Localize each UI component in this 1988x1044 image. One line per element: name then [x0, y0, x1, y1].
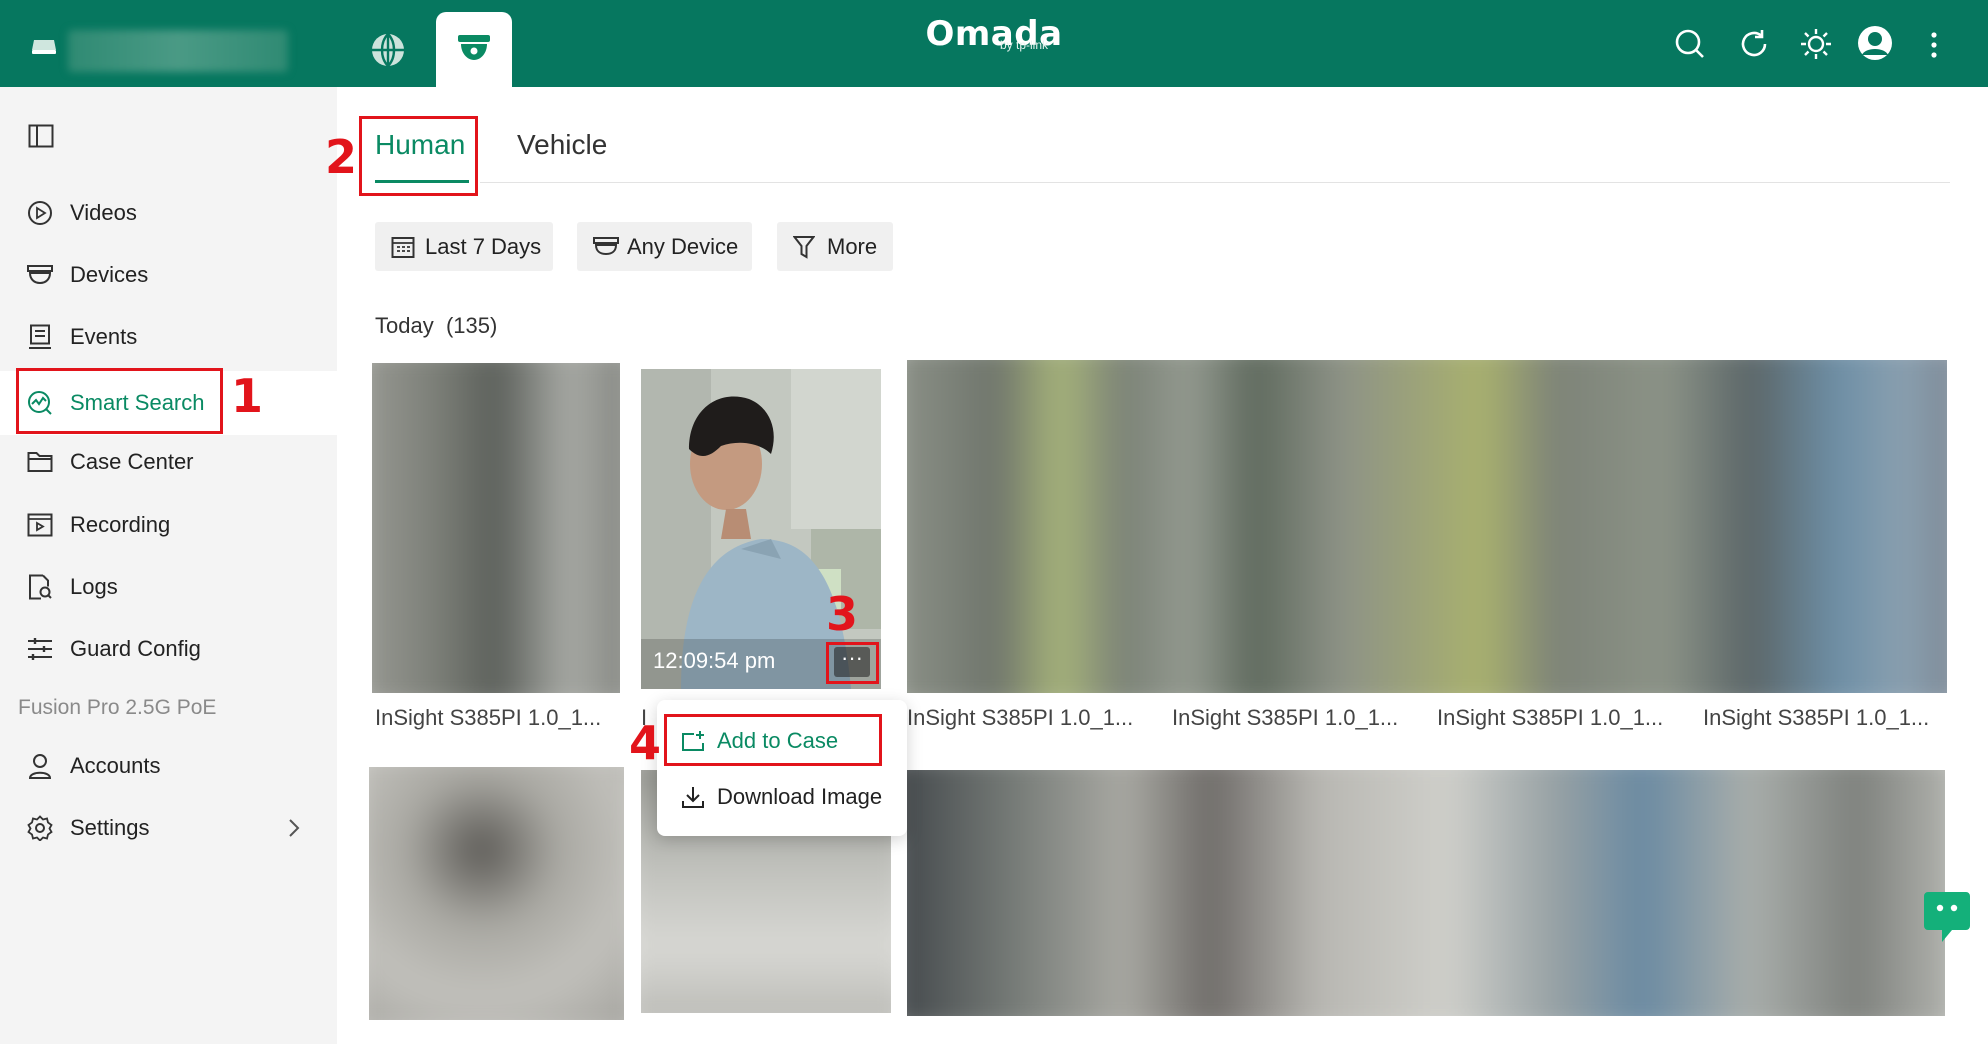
sidebar-item-label: Recording: [70, 512, 171, 537]
result-thumbnail[interactable]: [372, 363, 620, 693]
result-caption: InSight S385PI 1.0_1...: [1703, 705, 1930, 730]
result-caption: InSight S385PI 1.0_1...: [1437, 705, 1664, 730]
result-thumbnail-strip[interactable]: [907, 360, 1947, 693]
callout-box-1: [16, 368, 223, 434]
filter-icon: [793, 234, 819, 260]
sidebar-item-label: Videos: [70, 200, 137, 225]
sidebar-item-logs[interactable]: Logs: [0, 559, 337, 615]
sliders-icon: [26, 635, 54, 663]
gear-icon: [26, 814, 54, 842]
sidebar-item-accounts[interactable]: Accounts: [0, 738, 337, 794]
result-thumbnail-strip[interactable]: [907, 770, 1945, 1016]
device-filter[interactable]: Any Device: [577, 222, 752, 271]
play-circle-icon: [26, 199, 54, 227]
section-label: Fusion Pro 2.5G PoE: [18, 696, 217, 719]
collapse-sidebar-icon[interactable]: [26, 121, 56, 151]
logs-icon: [26, 573, 54, 601]
download-image-menu-item[interactable]: Download Image: [657, 772, 907, 822]
sidebar-item-label: Settings: [70, 815, 150, 840]
sidebar-item-label: Case Center: [70, 449, 194, 474]
calendar-icon: [391, 234, 417, 260]
tab-vehicle[interactable]: Vehicle: [517, 129, 607, 161]
result-caption: InSight S385PI 1.0_1...: [375, 705, 602, 730]
sidebar-item-guard-config[interactable]: Guard Config: [0, 621, 337, 677]
sidebar-item-events[interactable]: Events: [0, 309, 337, 365]
sidebar-item-label: Guard Config: [70, 636, 201, 661]
events-icon: [26, 323, 54, 351]
group-count: (135): [445, 313, 498, 338]
tabs-divider: [480, 182, 1950, 183]
result-caption: InSight S385PI 1.0_1...: [1172, 705, 1399, 730]
chevron-right-icon: [288, 818, 300, 844]
camera-dome-icon: [593, 234, 619, 260]
more-filter-label: More: [827, 233, 878, 259]
step-number-4: 4: [629, 716, 662, 770]
top-bar: Omada by tp-link: [0, 0, 1988, 87]
avatar[interactable]: [1856, 24, 1894, 62]
sidebar: Videos Devices Events Smart Search Case …: [0, 87, 337, 1044]
folder-icon: [26, 448, 54, 476]
callout-box-2: [359, 116, 478, 196]
search-icon[interactable]: [1672, 26, 1708, 62]
step-number-2: 2: [325, 130, 358, 184]
user-icon: [26, 752, 54, 780]
recording-icon: [26, 511, 54, 539]
group-header: Today (135): [375, 313, 497, 339]
more-vertical-icon[interactable]: [1924, 28, 1944, 62]
sidebar-item-label: Accounts: [70, 753, 161, 778]
sidebar-item-recording[interactable]: Recording: [0, 497, 337, 553]
logo-subtitle: by tp-link: [1000, 38, 1049, 52]
person-photo: [641, 369, 881, 689]
snapshot-time: 12:09:54 pm: [653, 648, 776, 673]
result-thumbnail[interactable]: [369, 767, 624, 1020]
chat-widget[interactable]: [1922, 890, 1972, 946]
callout-box-3: [826, 642, 879, 684]
sidebar-item-label: Logs: [70, 574, 118, 599]
result-thumbnail-selected[interactable]: [641, 369, 881, 689]
callout-box-4: [664, 714, 882, 766]
result-caption: InSight S385PI 1.0_1...: [907, 705, 1134, 730]
date-filter-label: Last 7 Days: [425, 233, 542, 259]
chat-icon: [1924, 892, 1970, 942]
date-filter[interactable]: Last 7 Days: [375, 222, 553, 271]
sidebar-item-label: Events: [70, 324, 138, 349]
sidebar-item-videos[interactable]: Videos: [0, 185, 337, 241]
more-filter[interactable]: More: [777, 222, 893, 271]
step-number-3: 3: [826, 587, 859, 641]
refresh-icon[interactable]: [1736, 26, 1772, 62]
step-number-1: 1: [231, 369, 264, 423]
sidebar-item-case-center[interactable]: Case Center: [0, 434, 337, 490]
group-label: Today: [375, 313, 434, 338]
sidebar-item-label: Devices: [70, 262, 149, 287]
theme-icon[interactable]: [1798, 26, 1834, 62]
download-image-label: Download Image: [717, 784, 883, 809]
camera-dome-icon: [26, 261, 54, 289]
download-icon: [681, 785, 705, 809]
sidebar-item-devices[interactable]: Devices: [0, 247, 337, 303]
device-filter-label: Any Device: [627, 233, 739, 259]
sidebar-item-settings[interactable]: Settings: [0, 800, 337, 856]
